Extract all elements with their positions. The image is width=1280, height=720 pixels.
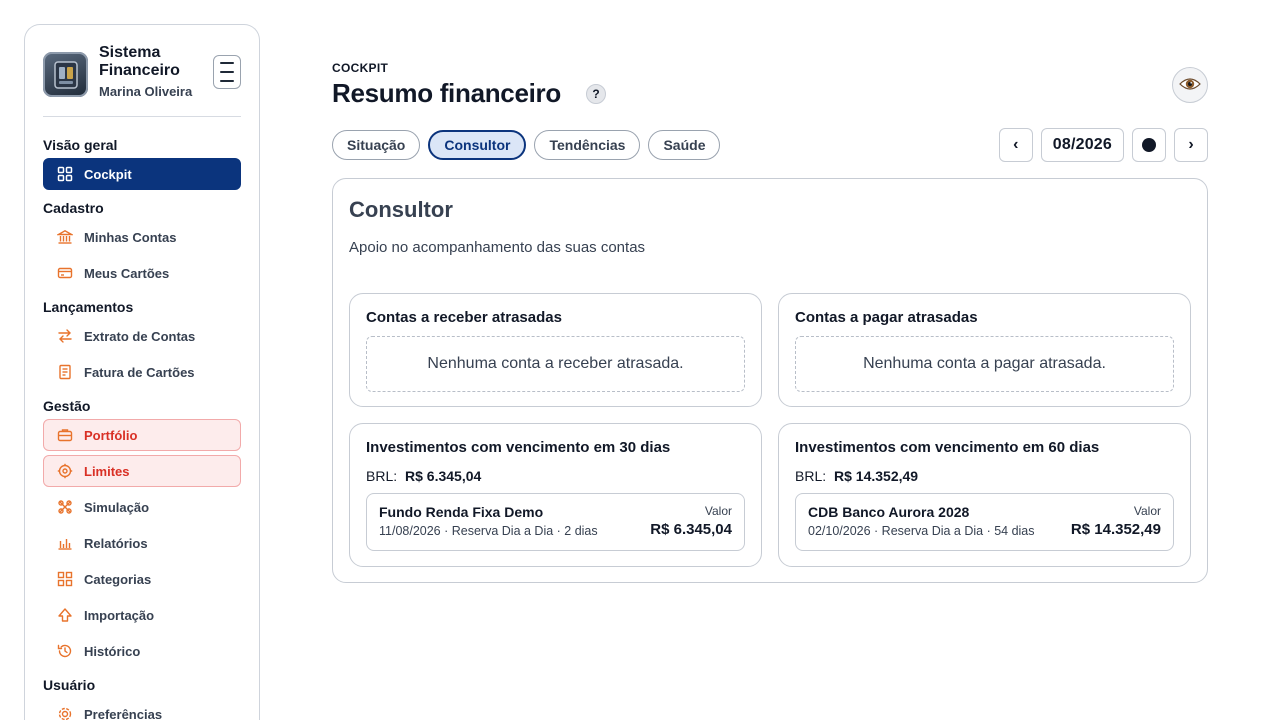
sidebar-item-fatura-cartoes[interactable]: Fatura de Cartões xyxy=(43,356,241,388)
investment-meta: 02/10/2026 · Reserva Dia a Dia · 54 dias xyxy=(808,524,1035,538)
sidebar-item-label: Preferências xyxy=(84,706,163,720)
tab-situacao[interactable]: Situação xyxy=(332,130,421,160)
sidebar-item-relatorios[interactable]: Relatórios xyxy=(43,527,241,559)
period-value[interactable]: 08/2026 xyxy=(1040,128,1124,162)
sidebar-item-label: Portfólio xyxy=(84,427,138,443)
sidebar-item-label: Cockpit xyxy=(84,166,132,182)
sidebar-item-categorias[interactable]: Categorias xyxy=(43,563,241,595)
total-row: BRL: R$ 6.345,04 xyxy=(366,468,745,484)
investment-meta: 11/08/2026 · Reserva Dia a Dia · 2 dias xyxy=(379,524,598,538)
tab-bar: Situação Consultor Tendências Saúde xyxy=(332,130,721,160)
sidebar-item-historico[interactable]: Histórico xyxy=(43,635,241,667)
period-selector: ‹ 08/2026 › xyxy=(998,128,1208,162)
card-title: Investimentos com vencimento em 30 dias xyxy=(366,439,671,456)
help-icon[interactable]: ? xyxy=(586,84,606,104)
card-title: Contas a receber atrasadas xyxy=(366,309,562,326)
total-row: BRL: R$ 14.352,49 xyxy=(795,468,1174,484)
card-icon xyxy=(57,265,73,281)
tab-consultor[interactable]: Consultor xyxy=(428,130,527,160)
total-amount: R$ 14.352,49 xyxy=(834,468,919,484)
hamburger-icon xyxy=(220,62,234,64)
prev-month-button[interactable]: ‹ xyxy=(998,128,1033,162)
nav-section-cadastro: Cadastro xyxy=(43,200,104,216)
sidebar: Sistema Financeiro Marina Oliveira Visão… xyxy=(24,24,260,720)
sidebar-item-cockpit[interactable]: Cockpit xyxy=(43,158,241,190)
value-label: Valor xyxy=(1133,504,1161,518)
app-logo-icon xyxy=(43,52,88,97)
panel-title: Consultor xyxy=(349,197,453,222)
investments-60-card: Investimentos com vencimento em 60 dias … xyxy=(778,423,1191,567)
card-title: Contas a pagar atrasadas xyxy=(795,309,978,326)
empty-state: Nenhuma conta a receber atrasada. xyxy=(366,336,745,392)
page-title: Resumo financeiro xyxy=(332,78,561,108)
investment-value: R$ 14.352,49 xyxy=(1070,521,1161,538)
sidebar-item-label: Simulação xyxy=(84,499,150,515)
toggle-visibility-button[interactable] xyxy=(1172,67,1208,103)
sidebar-item-meus-cartoes[interactable]: Meus Cartões xyxy=(43,257,241,289)
nav-section-lancamentos: Lançamentos xyxy=(43,299,134,315)
sidebar-item-label: Meus Cartões xyxy=(84,265,170,281)
panel-subtitle: Apoio no acompanhamento das suas contas xyxy=(349,239,646,256)
brand-header: Sistema Financeiro Marina Oliveira xyxy=(43,43,241,117)
history-icon xyxy=(57,643,73,659)
empty-state: Nenhuma conta a pagar atrasada. xyxy=(795,336,1174,392)
receivables-card: Contas a receber atrasadas Nenhuma conta… xyxy=(349,293,762,407)
tab-saude[interactable]: Saúde xyxy=(648,130,721,160)
settings-icon xyxy=(57,706,73,720)
sidebar-item-extrato-contas[interactable]: Extrato de Contas xyxy=(43,320,241,352)
nav-section-gestao: Gestão xyxy=(43,398,91,414)
sidebar-item-label: Extrato de Contas xyxy=(84,328,196,344)
target-icon xyxy=(57,463,73,479)
value-label: Valor xyxy=(704,504,732,518)
consultor-panel: Consultor Apoio no acompanhamento das su… xyxy=(332,178,1208,583)
sidebar-item-label: Relatórios xyxy=(84,535,148,551)
upload-icon xyxy=(57,607,73,623)
sidebar-item-simulacao[interactable]: Simulação xyxy=(43,491,241,523)
cards-grid: Contas a receber atrasadas Nenhuma conta… xyxy=(349,293,1191,567)
sidebar-item-label: Categorias xyxy=(84,571,152,587)
invoice-icon xyxy=(57,364,73,380)
sidebar-item-preferencias[interactable]: Preferências xyxy=(43,698,241,720)
chart-icon xyxy=(57,535,73,551)
eye-icon xyxy=(1179,76,1201,95)
nav-section-overview: Visão geral xyxy=(43,137,118,153)
sidebar-item-label: Fatura de Cartões xyxy=(84,364,195,380)
simulation-icon xyxy=(57,499,73,515)
transfer-icon xyxy=(57,328,73,344)
investment-value: R$ 6.345,04 xyxy=(650,521,732,538)
next-month-button[interactable]: › xyxy=(1174,128,1208,162)
sidebar-item-label: Minhas Contas xyxy=(84,229,177,245)
sidebar-item-limites[interactable]: Limites xyxy=(43,455,241,487)
investment-item[interactable]: CDB Banco Aurora 2028 02/10/2026 · Reser… xyxy=(795,493,1174,551)
sidebar-item-label: Limites xyxy=(84,463,130,479)
sidebar-item-minhas-contas[interactable]: Minhas Contas xyxy=(43,221,241,253)
currency-label: BRL: xyxy=(366,468,398,484)
sidebar-item-importacao[interactable]: Importação xyxy=(43,599,241,631)
grid-icon xyxy=(57,166,73,182)
investment-item[interactable]: Fundo Renda Fixa Demo 11/08/2026 · Reser… xyxy=(366,493,745,551)
payables-card: Contas a pagar atrasadas Nenhuma conta a… xyxy=(778,293,1191,407)
briefcase-icon xyxy=(57,427,73,443)
tab-tendencias[interactable]: Tendências xyxy=(534,130,641,160)
investments-30-card: Investimentos com vencimento em 30 dias … xyxy=(349,423,762,567)
menu-toggle-button[interactable] xyxy=(213,55,241,89)
nav-section-usuario: Usuário xyxy=(43,677,96,693)
investment-name: CDB Banco Aurora 2028 xyxy=(808,504,970,520)
card-title: Investimentos com vencimento em 60 dias xyxy=(795,439,1100,456)
currency-label: BRL: xyxy=(795,468,827,484)
sidebar-item-label: Importação xyxy=(84,607,155,623)
total-amount: R$ 6.345,04 xyxy=(405,468,482,484)
current-month-button[interactable] xyxy=(1132,128,1166,162)
page-eyebrow: COCKPIT xyxy=(332,61,389,75)
investment-name: Fundo Renda Fixa Demo xyxy=(379,504,544,520)
sidebar-item-portfolio[interactable]: Portfólio xyxy=(43,419,241,451)
dot-icon xyxy=(1142,138,1156,152)
sidebar-item-label: Histórico xyxy=(84,643,141,659)
bank-icon xyxy=(57,229,73,245)
categories-icon xyxy=(57,571,73,587)
